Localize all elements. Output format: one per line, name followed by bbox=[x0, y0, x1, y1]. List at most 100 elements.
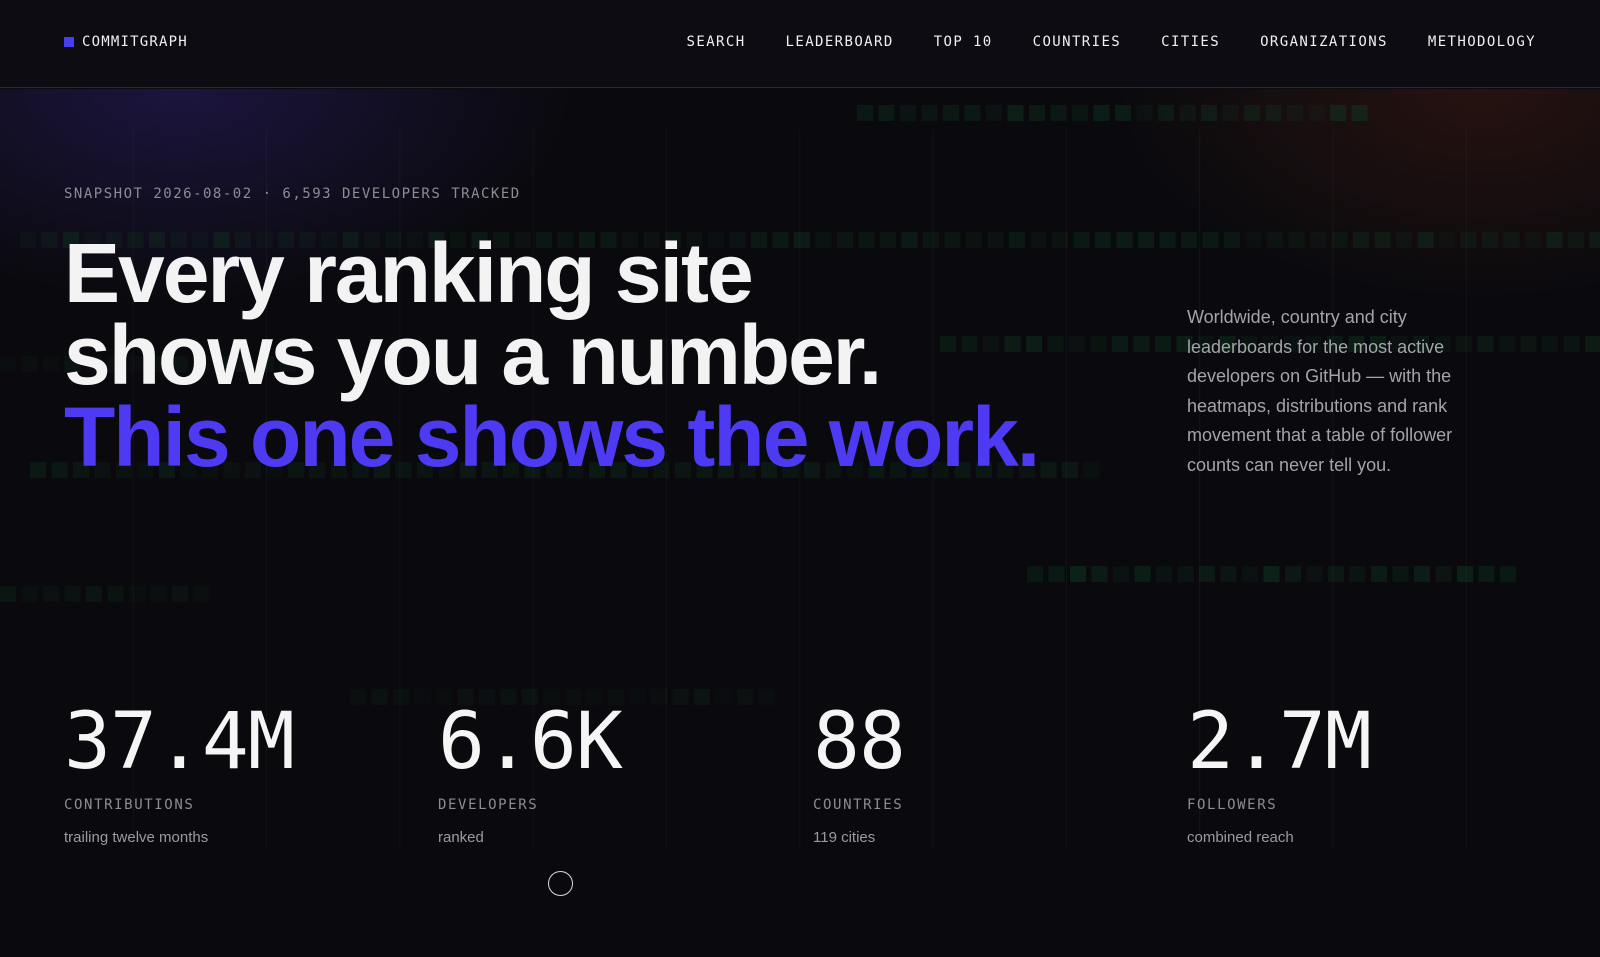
heatmap-cell bbox=[1287, 105, 1303, 121]
heatmap-cell bbox=[1245, 232, 1262, 248]
heatmap-cell bbox=[1136, 105, 1153, 121]
stat-value: 6.6K bbox=[438, 697, 623, 787]
heatmap-cell bbox=[651, 689, 667, 705]
nav-link-cities[interactable]: CITIES bbox=[1161, 34, 1220, 50]
heatmap-cell bbox=[1439, 232, 1455, 248]
heatmap-cell bbox=[1546, 232, 1563, 248]
top-nav: COMMITGRAPH SEARCH LEADERBOARD TOP 10 CO… bbox=[0, 0, 1600, 88]
heatmap-cell bbox=[1179, 105, 1196, 121]
heatmap-cell bbox=[1181, 232, 1197, 248]
heatmap-cell bbox=[414, 689, 431, 705]
heatmap-cell bbox=[1585, 336, 1600, 352]
heatmap-cell bbox=[21, 356, 38, 372]
heatmap-cell bbox=[1310, 232, 1326, 248]
heatmap-cell bbox=[900, 105, 916, 121]
heatmap-cell bbox=[878, 105, 895, 121]
stat-subtext: trailing twelve months bbox=[64, 829, 209, 846]
nav-link-top-10[interactable]: TOP 10 bbox=[934, 34, 993, 50]
heatmap-cell bbox=[1027, 566, 1043, 582]
heatmap-cell bbox=[1308, 105, 1325, 121]
heatmap-cell bbox=[857, 105, 873, 121]
heatmap-cell bbox=[1177, 566, 1194, 582]
heatmap-cell bbox=[1242, 566, 1258, 582]
stat-contributions: 37.4M CONTRIBUTIONS trailing twelve mont… bbox=[64, 699, 295, 846]
heatmap-cell bbox=[1244, 105, 1260, 121]
stat-countries: 88 COUNTRIES 119 cities bbox=[813, 697, 906, 846]
heatmap-cell bbox=[1328, 566, 1344, 582]
heatmap-cell bbox=[1374, 232, 1391, 248]
nav-link-methodology[interactable]: METHODOLOGY bbox=[1428, 34, 1536, 50]
heatmap-cell bbox=[1050, 105, 1067, 121]
heatmap-cell bbox=[1392, 566, 1409, 582]
heatmap-cell bbox=[1396, 232, 1412, 248]
heatmap-cell bbox=[393, 689, 409, 705]
stat-subtext: combined reach bbox=[1187, 829, 1294, 846]
heatmap-cell bbox=[1267, 232, 1283, 248]
nav-link-search[interactable]: SEARCH bbox=[687, 34, 746, 50]
heatmap-cell bbox=[20, 232, 36, 248]
headline-line-1: Every ranking site bbox=[64, 226, 754, 320]
heatmap-cell bbox=[1285, 566, 1301, 582]
heatmap-cell bbox=[921, 105, 938, 121]
nav-link-organizations[interactable]: ORGANIZATIONS bbox=[1260, 34, 1388, 50]
heatmap-cell bbox=[1353, 232, 1369, 248]
heatmap-cell bbox=[1330, 105, 1346, 121]
heatmap-cell bbox=[1589, 232, 1600, 248]
heatmap-cell bbox=[943, 105, 959, 121]
heatmap-cell bbox=[672, 689, 689, 705]
heatmap-cell bbox=[1072, 105, 1088, 121]
heatmap-cell bbox=[1093, 105, 1110, 121]
stat-label: COUNTRIES bbox=[813, 797, 904, 813]
heatmap-cell bbox=[1222, 105, 1239, 121]
heatmap-cell bbox=[1417, 232, 1434, 248]
heatmap-cell bbox=[758, 689, 775, 705]
heatmap-cell bbox=[737, 689, 753, 705]
heatmap-cell bbox=[150, 586, 167, 602]
nav-links: SEARCH LEADERBOARD TOP 10 COUNTRIES CITI… bbox=[687, 34, 1536, 50]
nav-link-leaderboard[interactable]: LEADERBOARD bbox=[786, 34, 894, 50]
heatmap-cell bbox=[30, 462, 46, 478]
heatmap-cell bbox=[1048, 566, 1065, 582]
heatmap-cell bbox=[964, 105, 981, 121]
heatmap-cell bbox=[1500, 566, 1516, 582]
brand-logo[interactable]: COMMITGRAPH bbox=[64, 34, 188, 50]
heatmap-cell bbox=[1457, 566, 1473, 582]
stat-value: 88 bbox=[813, 697, 906, 787]
cursor-indicator bbox=[548, 871, 573, 896]
heatmap-cell bbox=[1542, 336, 1558, 352]
heatmap-cell bbox=[1351, 105, 1368, 121]
heatmap-cell bbox=[1070, 566, 1086, 582]
heatmap-cell bbox=[1414, 566, 1430, 582]
stat-subtext: 119 cities bbox=[813, 829, 876, 846]
heatmap-cell bbox=[1349, 566, 1366, 582]
heatmap-cell bbox=[1007, 105, 1024, 121]
heatmap-cell bbox=[1263, 566, 1280, 582]
heatmap-cell bbox=[1503, 232, 1520, 248]
nav-link-countries[interactable]: COUNTRIES bbox=[1033, 34, 1121, 50]
heatmap-cell bbox=[986, 105, 1002, 121]
heatmap-cell bbox=[86, 586, 102, 602]
heatmap-cell bbox=[1224, 232, 1240, 248]
heatmap-cell bbox=[0, 586, 16, 602]
heatmap-cell bbox=[1202, 232, 1219, 248]
heatmap-cell bbox=[1435, 566, 1452, 582]
stat-label: DEVELOPERS bbox=[438, 797, 539, 813]
hero-headline: Every ranking site shows you a number. T… bbox=[64, 226, 1164, 479]
heatmap-cell bbox=[350, 689, 366, 705]
heatmap-cell bbox=[1220, 566, 1237, 582]
stat-developers: 6.6K DEVELOPERS ranked bbox=[438, 697, 623, 846]
stat-value: 2.7M bbox=[1187, 697, 1372, 787]
heatmap-cell bbox=[43, 356, 59, 372]
stat-subtext: ranked bbox=[438, 829, 484, 846]
heatmap-cell bbox=[1482, 232, 1498, 248]
heatmap-cell bbox=[1265, 105, 1282, 121]
stat-label: FOLLOWERS bbox=[1187, 797, 1278, 813]
heatmap-cell bbox=[1306, 566, 1323, 582]
heatmap-cell bbox=[1371, 566, 1387, 582]
heatmap-cell bbox=[107, 586, 124, 602]
heatmap-cell bbox=[1091, 566, 1108, 582]
heatmap-cell bbox=[1158, 105, 1174, 121]
heatmap-cell bbox=[172, 586, 188, 602]
heatmap-cell bbox=[0, 356, 16, 372]
heatmap-cell bbox=[1520, 336, 1537, 352]
